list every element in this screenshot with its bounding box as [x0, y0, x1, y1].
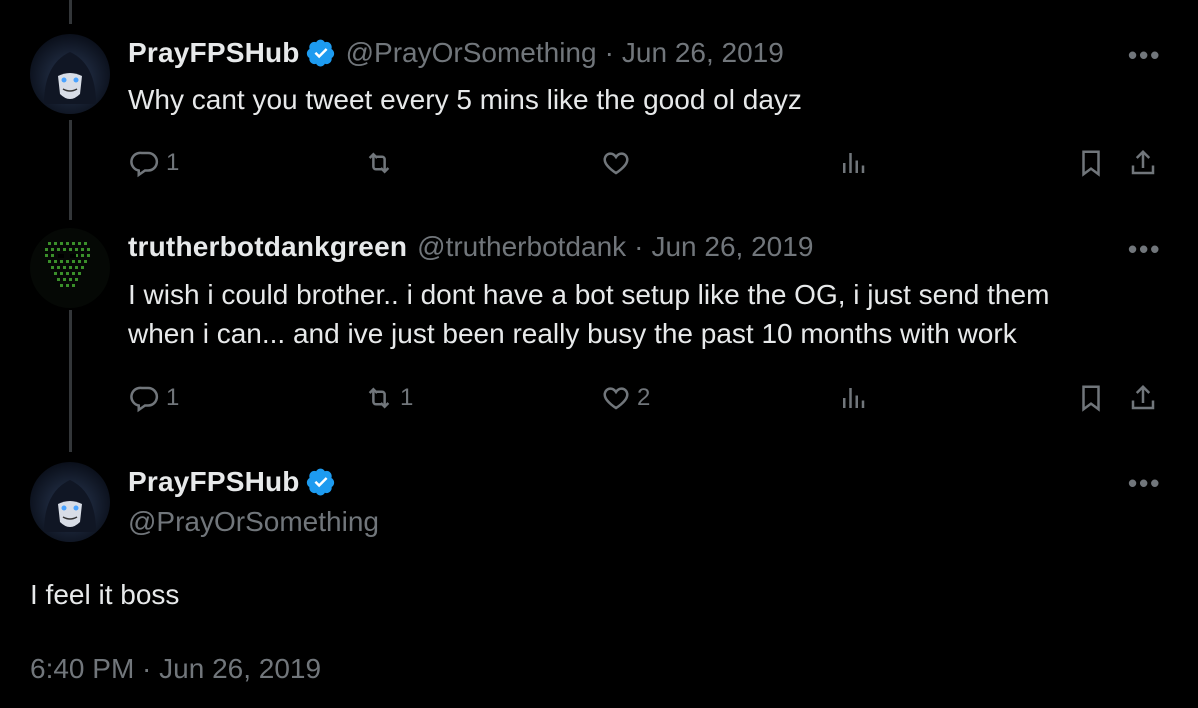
tweet-text: I feel it boss — [30, 579, 180, 610]
thread-line-2 — [69, 310, 72, 452]
tweet-header: PrayFPSHub @PrayOrSomething · Jun 26, 20… — [128, 37, 784, 69]
like-icon — [603, 152, 629, 175]
thread-line-1 — [69, 120, 72, 220]
tweet-date[interactable]: Jun 26, 2019 — [622, 37, 784, 69]
tweet-text-line: I wish i could brother.. i dont have a b… — [128, 279, 1050, 310]
verified-badge-icon — [306, 468, 334, 496]
more-options-button[interactable]: ••• — [1128, 234, 1161, 265]
like-icon — [603, 387, 629, 410]
bookmark-icon — [1082, 385, 1100, 412]
retweet-button[interactable]: 1 — [364, 383, 413, 413]
reply-button[interactable]: 1 — [130, 383, 179, 413]
display-name[interactable]: PrayFPSHub — [128, 466, 300, 498]
handle[interactable]: @PrayOrSomething — [346, 37, 597, 69]
share-icon — [1131, 149, 1155, 175]
tweet-header: PrayFPSHub — [128, 466, 336, 498]
views-icon — [843, 153, 865, 173]
separator: · — [604, 37, 614, 68]
views-icon — [843, 388, 865, 408]
retweet-icon — [368, 387, 390, 409]
tweet-date[interactable]: Jun 26, 2019 — [651, 231, 813, 263]
reply-icon — [130, 386, 159, 413]
bookmark-button[interactable] — [1076, 383, 1106, 413]
handle[interactable]: @PrayOrSomething — [128, 506, 379, 538]
avatar[interactable] — [30, 462, 110, 542]
tweet-header: trutherbotdankgreen @trutherbotdank · Ju… — [128, 231, 813, 263]
like-count: 2 — [637, 384, 651, 411]
reply-count: 1 — [166, 384, 180, 411]
retweet-count: 1 — [400, 384, 414, 411]
thread-line-top — [69, 0, 72, 24]
share-button[interactable] — [1128, 148, 1158, 178]
like-button[interactable] — [601, 148, 637, 178]
share-button[interactable] — [1128, 383, 1158, 413]
separator: · — [634, 231, 644, 262]
reply-icon — [130, 151, 159, 178]
views-button[interactable] — [838, 148, 868, 178]
reply-count: 1 — [166, 149, 180, 176]
views-button[interactable] — [838, 383, 868, 413]
display-name[interactable]: trutherbotdankgreen — [128, 231, 407, 263]
tweet-text: I wish i could brother.. i dont have a b… — [128, 275, 1049, 353]
reply-button[interactable]: 1 — [130, 148, 179, 178]
like-button[interactable]: 2 — [601, 383, 650, 413]
retweet-button[interactable] — [364, 148, 400, 178]
tweet-text: Why cant you tweet every 5 mins like the… — [128, 84, 802, 115]
bookmark-button[interactable] — [1076, 148, 1106, 178]
tweet-timestamp[interactable]: 6:40 PM · Jun 26, 2019 — [30, 653, 321, 685]
share-icon — [1131, 384, 1155, 410]
avatar[interactable] — [30, 34, 110, 114]
avatar[interactable] — [30, 228, 110, 308]
more-options-button[interactable]: ••• — [1128, 40, 1161, 71]
handle[interactable]: @trutherbotdank — [417, 231, 626, 263]
retweet-icon — [368, 152, 390, 174]
tweet-text-line: when i can... and ive just been really b… — [128, 318, 1017, 349]
bookmark-icon — [1082, 150, 1100, 177]
more-options-button[interactable]: ••• — [1128, 468, 1161, 499]
verified-badge-icon — [306, 39, 334, 67]
display-name[interactable]: PrayFPSHub — [128, 37, 300, 69]
